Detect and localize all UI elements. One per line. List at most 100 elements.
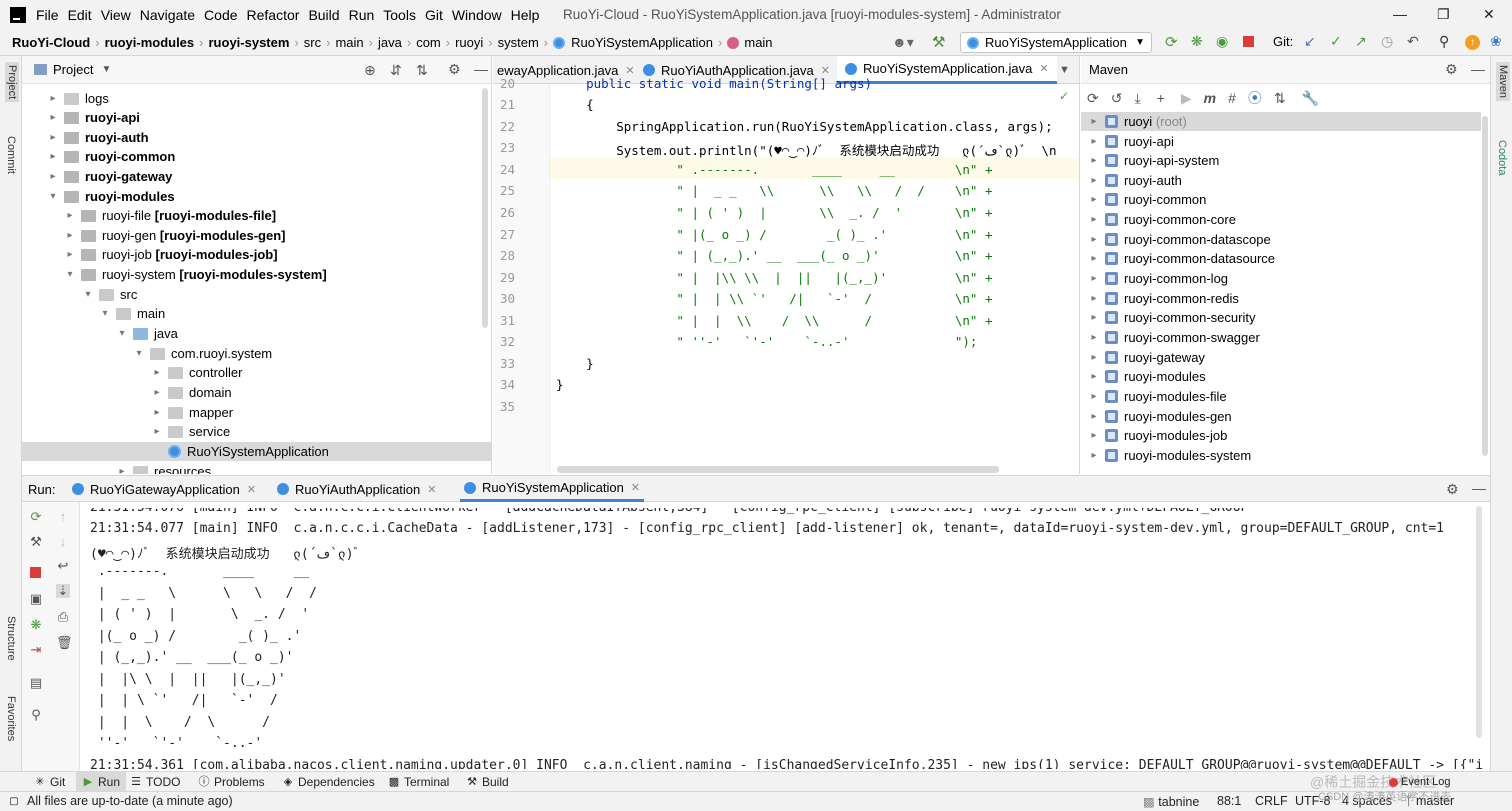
plugin-icon[interactable]: ❀ xyxy=(1490,33,1502,50)
trash-icon[interactable]: 🗑 xyxy=(56,636,73,650)
menu-run[interactable]: Run xyxy=(349,7,375,23)
tree-item-ruoyi-system[interactable]: ▾ ruoyi-system [ruoyi-modules-system] xyxy=(65,265,326,284)
maximize-icon[interactable]: ❐ xyxy=(1437,6,1450,23)
maven-item[interactable]: ▸ ruoyi-common-datascope xyxy=(1081,230,1270,249)
tree-item-logs[interactable]: ▸ logs xyxy=(48,89,108,108)
tabnine-status[interactable]: ▩ tabnine xyxy=(1143,794,1199,809)
tree-item-main[interactable]: ▾ main xyxy=(100,304,165,323)
tree-item-package[interactable]: ▾ com.ruoyi.system xyxy=(134,344,272,363)
todo-tool-button[interactable]: ☰ TODO xyxy=(130,772,180,792)
crumb-system[interactable]: system xyxy=(498,35,539,50)
maven-item[interactable]: ▸ ruoyi-gateway xyxy=(1081,348,1204,367)
maven-item[interactable]: ▸ ruoyi-auth xyxy=(1081,171,1181,190)
close-tab-icon[interactable]: ✕ xyxy=(1039,62,1048,75)
camera-icon[interactable]: ▣ xyxy=(29,592,43,606)
tabs-menu-icon[interactable]: ▼ xyxy=(1059,56,1070,84)
git-push-icon[interactable]: ↗ xyxy=(1355,33,1367,50)
crumb-ruoyi-modules[interactable]: ruoyi-modules xyxy=(105,35,195,50)
maven-item-root[interactable]: ▸ ruoyi (root) xyxy=(1081,112,1481,131)
git-history-icon[interactable]: ◷ xyxy=(1381,33,1393,50)
crumb-method[interactable]: main xyxy=(744,35,772,50)
structure-tool-button[interactable]: Structure xyxy=(5,616,17,661)
hide-icon[interactable]: — xyxy=(474,61,488,77)
project-tool-button[interactable]: Project xyxy=(5,62,19,103)
tree-item-ruoyi-job[interactable]: ▸ ruoyi-job [ruoyi-modules-job] xyxy=(65,245,277,264)
skip-tests-icon[interactable]: ⦿ xyxy=(1248,88,1262,108)
exit-icon[interactable]: ⇥ xyxy=(29,643,43,657)
menu-help[interactable]: Help xyxy=(511,7,540,23)
menu-build[interactable]: Build xyxy=(308,7,339,23)
maven-item[interactable]: ▸ ruoyi-common-redis xyxy=(1081,289,1238,308)
run-tool-button[interactable]: ▶ Run xyxy=(76,772,127,792)
problems-tool-button[interactable]: ⓘ Problems xyxy=(198,772,265,792)
hide-icon[interactable]: — xyxy=(1471,61,1485,77)
crumb-main[interactable]: main xyxy=(335,35,363,50)
terminal-tool-button[interactable]: ▩ Terminal xyxy=(388,772,450,792)
menu-file[interactable]: File xyxy=(36,7,59,23)
rerun-icon[interactable]: ⟳ xyxy=(29,510,43,524)
stop-icon[interactable] xyxy=(1243,36,1254,47)
scrollbar[interactable] xyxy=(1482,116,1488,456)
tree-item-src[interactable]: ▾ src xyxy=(83,285,137,304)
menu-navigate[interactable]: Navigate xyxy=(140,7,195,23)
menu-edit[interactable]: Edit xyxy=(68,7,92,23)
crumb-class[interactable]: RuoYiSystemApplication xyxy=(571,35,713,50)
tree-item-resources[interactable]: ▸ resources xyxy=(117,462,211,474)
up-arrow-icon[interactable]: ↑ xyxy=(56,510,70,524)
menu-git[interactable]: Git xyxy=(425,7,443,23)
project-panel-title[interactable]: Project xyxy=(53,62,93,77)
commit-tool-button[interactable]: Commit xyxy=(5,136,17,174)
git-commit-icon[interactable]: ✓ xyxy=(1330,33,1342,50)
soft-wrap-icon[interactable]: ↩ xyxy=(56,559,70,573)
tree-item-ruoyi-gen[interactable]: ▸ ruoyi-gen [ruoyi-modules-gen] xyxy=(65,226,285,245)
crumb-ruoyi[interactable]: ruoyi xyxy=(455,35,483,50)
favorites-tool-button[interactable]: Favorites xyxy=(5,696,17,741)
maven-item[interactable]: ▸ ruoyi-api xyxy=(1081,132,1173,151)
caret-position[interactable]: 88:1 xyxy=(1217,794,1241,808)
tree-item-ruoyi-modules[interactable]: ▾ ruoyi-modules xyxy=(48,187,174,206)
expand-all-icon[interactable]: ⇵ xyxy=(390,62,402,79)
maven-tool-button[interactable]: Maven xyxy=(1496,62,1510,102)
hide-icon[interactable]: — xyxy=(1472,480,1486,496)
tree-item-service[interactable]: ▸ service xyxy=(152,422,230,441)
rerun-icon[interactable]: ⟳ xyxy=(1165,33,1178,51)
collapse-icon[interactable]: ⇅ xyxy=(1274,90,1286,107)
menu-code[interactable]: Code xyxy=(204,7,237,23)
collapse-all-icon[interactable]: ⇅ xyxy=(416,62,428,79)
maven-item[interactable]: ▸ ruoyi-api-system xyxy=(1081,151,1219,170)
download-icon[interactable]: ⤓ xyxy=(1134,90,1140,107)
crumb-java[interactable]: java xyxy=(378,35,402,50)
git-rollback-icon[interactable]: ↶ xyxy=(1407,33,1419,50)
tree-item-ruoyi-gateway[interactable]: ▸ ruoyi-gateway xyxy=(48,167,172,186)
maven-item[interactable]: ▸ ruoyi-common-core xyxy=(1081,210,1236,229)
maven-item[interactable]: ▸ ruoyi-modules xyxy=(1081,367,1205,386)
crumb-com[interactable]: com xyxy=(416,35,441,50)
build-hammer-icon[interactable]: ⚒ xyxy=(932,33,945,51)
gear-icon[interactable]: ⚙ xyxy=(1446,481,1459,498)
horizontal-scrollbar[interactable] xyxy=(557,466,999,473)
maven-item[interactable]: ▸ ruoyi-common-swagger xyxy=(1081,328,1259,347)
pin-icon[interactable]: ⚲ xyxy=(29,708,43,722)
dependencies-tool-button[interactable]: ◈ Dependencies xyxy=(282,772,375,792)
debug-icon[interactable]: ❋ xyxy=(29,618,43,632)
codota-tool-button[interactable]: Codota xyxy=(1496,140,1508,175)
maven-item[interactable]: ▸ ruoyi-common-log xyxy=(1081,269,1228,288)
git-update-icon[interactable]: ↙ xyxy=(1304,33,1316,50)
tree-item-java[interactable]: ▾ java xyxy=(117,324,177,343)
coverage-icon[interactable]: ◉ xyxy=(1216,33,1228,50)
build-tool-button[interactable]: ⚒ Build xyxy=(466,772,509,792)
close-tab-icon[interactable]: ✕ xyxy=(631,481,640,494)
wrench-icon[interactable]: ⚒ xyxy=(29,535,43,549)
print-icon[interactable]: ⎙ xyxy=(56,610,70,624)
tree-item-domain[interactable]: ▸ domain xyxy=(152,383,231,402)
maven-item[interactable]: ▸ ruoyi-common-security xyxy=(1081,308,1255,327)
run-tab-system[interactable]: RuoYiSystemApplication ✕ xyxy=(460,476,645,502)
tree-item-controller[interactable]: ▸ controller xyxy=(152,363,242,382)
git-tool-button[interactable]: ✳ Git xyxy=(30,772,69,792)
update-icon[interactable]: ↑ xyxy=(1465,35,1480,50)
menu-refactor[interactable]: Refactor xyxy=(247,7,300,23)
maven-item[interactable]: ▸ ruoyi-common xyxy=(1081,190,1206,209)
maven-item[interactable]: ▸ ruoyi-modules-system xyxy=(1081,446,1251,465)
scrollbar[interactable] xyxy=(1476,506,1482,738)
run-configuration-select[interactable]: RuoYiSystemApplication ▼ xyxy=(960,32,1152,53)
